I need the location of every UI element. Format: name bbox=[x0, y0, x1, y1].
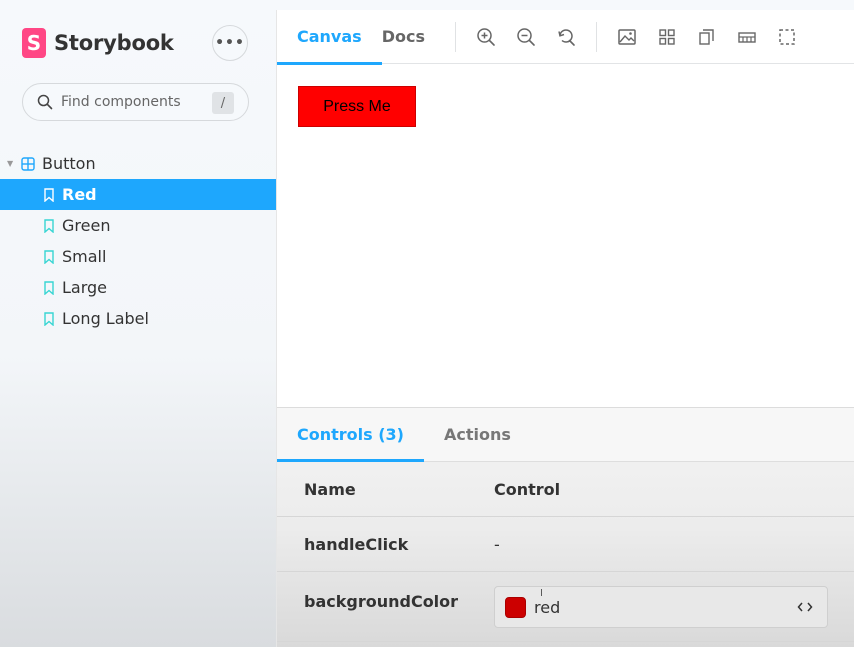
table-row: backgroundColor I red bbox=[277, 572, 854, 642]
grid-button[interactable] bbox=[647, 10, 687, 64]
outline-button[interactable] bbox=[767, 10, 807, 64]
tree-item-story-small[interactable]: Small bbox=[0, 241, 276, 272]
measure-button[interactable] bbox=[727, 10, 767, 64]
grid-icon bbox=[659, 28, 675, 45]
tree-item-button-component[interactable]: ▼ Button bbox=[0, 148, 276, 179]
story-tree: ▼ Button Red Green Small Large Long Labe… bbox=[0, 148, 276, 334]
tab-actions[interactable]: Actions bbox=[424, 408, 531, 461]
brand-name: Storybook bbox=[54, 31, 174, 55]
text-cursor: I bbox=[540, 588, 543, 599]
component-icon bbox=[21, 156, 35, 171]
color-picker-field[interactable]: I red bbox=[494, 586, 828, 628]
table-header-row: Name Control bbox=[277, 462, 854, 517]
measure-icon bbox=[738, 31, 756, 43]
header-name: Name bbox=[304, 479, 356, 499]
row-control: I red bbox=[494, 576, 854, 628]
tree-item-story-green[interactable]: Green bbox=[0, 210, 276, 241]
addons-panel: Controls (3) Actions Name Control handle… bbox=[277, 407, 854, 647]
main-panel: Canvas Docs Press Me Controls (3) Action… bbox=[276, 10, 854, 647]
menu-button[interactable]: ••• bbox=[212, 25, 248, 61]
tab-controls[interactable]: Controls (3) bbox=[277, 408, 424, 462]
tree-item-label: Red bbox=[62, 185, 97, 204]
brand[interactable]: S Storybook bbox=[22, 28, 174, 58]
color-value: red bbox=[534, 597, 561, 617]
bookmark-icon bbox=[44, 187, 54, 202]
zoom-out-button[interactable] bbox=[506, 10, 546, 64]
tree-item-story-large[interactable]: Large bbox=[0, 272, 276, 303]
viewport-icon bbox=[699, 28, 714, 45]
zoom-out-icon bbox=[517, 27, 535, 46]
tree-item-label: Long Label bbox=[62, 309, 149, 328]
search-box[interactable]: / bbox=[22, 83, 249, 121]
viewport-button[interactable] bbox=[687, 10, 727, 64]
background-icon bbox=[618, 28, 636, 45]
canvas-preview: Press Me bbox=[277, 65, 854, 407]
preview-press-me-button[interactable]: Press Me bbox=[298, 86, 416, 127]
bookmark-icon bbox=[44, 280, 54, 295]
tree-item-label: Small bbox=[62, 247, 107, 266]
sidebar: S Storybook ••• / ▼ Button Red bbox=[0, 0, 276, 647]
toolbar-divider bbox=[454, 21, 456, 52]
reset-zoom-icon bbox=[558, 28, 575, 46]
row-control-value: - bbox=[494, 534, 500, 554]
zoom-in-button[interactable] bbox=[466, 10, 506, 64]
search-shortcut-key: / bbox=[212, 92, 234, 114]
toolbar: Canvas Docs bbox=[277, 10, 854, 65]
header-control: Control bbox=[494, 479, 561, 499]
tree-item-label: Large bbox=[62, 278, 108, 297]
toolbar-divider bbox=[595, 21, 597, 52]
color-swatch[interactable] bbox=[505, 596, 526, 618]
tree-item-story-red[interactable]: Red bbox=[0, 179, 276, 210]
tree-item-story-long-label[interactable]: Long Label bbox=[0, 303, 276, 334]
row-name: handleClick bbox=[304, 534, 409, 554]
reset-zoom-button[interactable] bbox=[546, 10, 586, 64]
zoom-in-icon bbox=[477, 27, 495, 46]
row-name: backgroundColor bbox=[304, 592, 459, 611]
search-icon bbox=[37, 94, 53, 110]
bookmark-icon bbox=[44, 249, 54, 264]
addons-tabs: Controls (3) Actions bbox=[277, 408, 854, 462]
outline-icon bbox=[779, 28, 795, 45]
bookmark-icon bbox=[44, 218, 54, 233]
tree-item-label: Green bbox=[62, 216, 111, 235]
caret-down-icon[interactable]: ▼ bbox=[7, 159, 17, 168]
bookmark-icon bbox=[44, 311, 54, 326]
search-input[interactable] bbox=[61, 94, 201, 110]
background-button[interactable] bbox=[607, 10, 647, 64]
table-row: handleClick - bbox=[277, 517, 854, 572]
tree-item-label: Button bbox=[42, 154, 96, 173]
tab-docs[interactable]: Docs bbox=[382, 10, 445, 64]
tab-canvas[interactable]: Canvas bbox=[277, 10, 382, 65]
storybook-logo-icon: S bbox=[22, 28, 46, 58]
code-toggle-icon[interactable] bbox=[797, 599, 813, 615]
controls-table: Name Control handleClick - backgroundCol… bbox=[277, 462, 854, 642]
